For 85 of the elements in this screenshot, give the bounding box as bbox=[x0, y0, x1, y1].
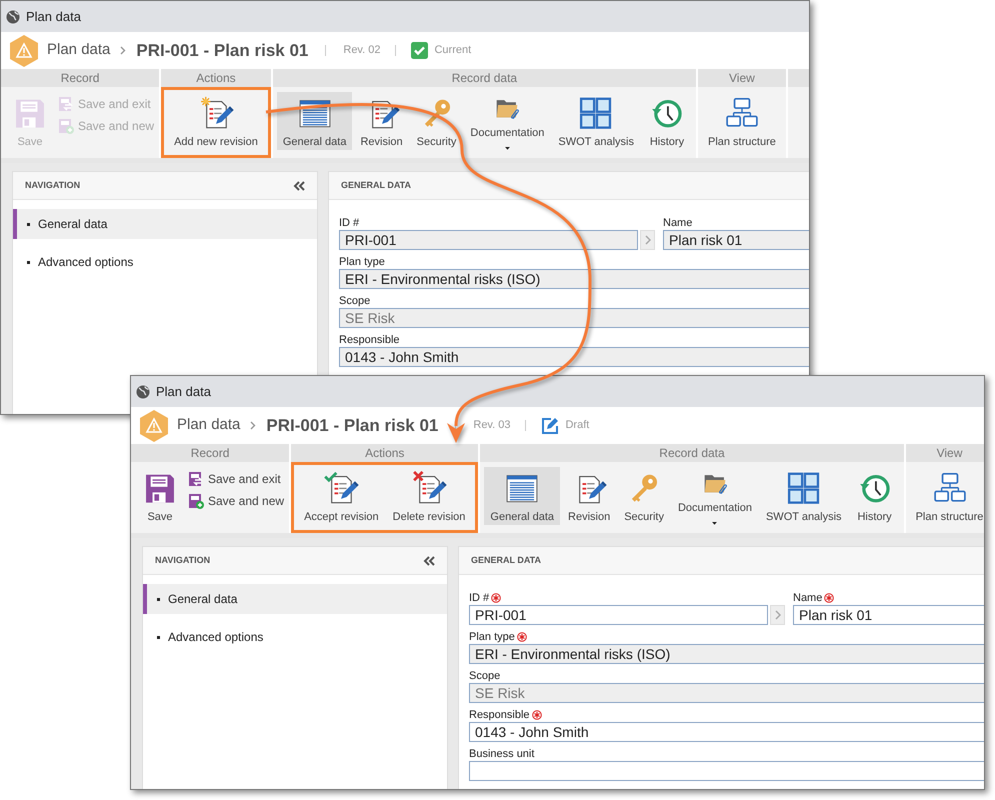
ribbon-button[interactable]: Plan structure bbox=[910, 467, 984, 525]
input-field[interactable]: PRI-001 bbox=[469, 605, 768, 625]
collapse-icon[interactable] bbox=[423, 556, 435, 566]
floppy-plus-icon bbox=[58, 118, 75, 134]
ribbon-button[interactable]: General data bbox=[276, 92, 352, 150]
record-title: PRI-001 - Plan risk 01 bbox=[266, 414, 438, 437]
lookup-button[interactable] bbox=[640, 230, 655, 250]
floppy-arrows-icon bbox=[188, 470, 205, 488]
navigation-item[interactable]: Advanced options bbox=[143, 622, 447, 652]
field-label: ID # bbox=[339, 216, 360, 231]
navigation-item[interactable]: Advanced options bbox=[13, 247, 317, 277]
input-field[interactable] bbox=[469, 761, 984, 781]
ribbon-button[interactable]: Delete revision bbox=[386, 467, 472, 525]
ribbon-button[interactable]: Security bbox=[618, 467, 670, 525]
chevron-right-icon bbox=[250, 421, 256, 430]
chevron-right-icon bbox=[774, 610, 780, 620]
floppy-plus-icon bbox=[188, 492, 205, 510]
required-icon bbox=[532, 710, 542, 720]
warning-hexagon-icon bbox=[9, 34, 39, 66]
ribbon-button[interactable]: Save and exit bbox=[187, 469, 286, 489]
ribbon-button[interactable]: Revision bbox=[562, 467, 616, 525]
status-label: Current bbox=[434, 43, 472, 58]
field-label: Scope bbox=[469, 668, 500, 684]
panel-title: NAVIGATION bbox=[155, 554, 210, 567]
panel-title: GENERAL DATA bbox=[341, 178, 412, 192]
window-title: Plan data bbox=[26, 8, 81, 26]
input-field[interactable]: Plan risk 01 bbox=[793, 605, 984, 625]
floppy-arrows-icon bbox=[58, 96, 75, 112]
record-title: PRI-001 - Plan risk 01 bbox=[136, 40, 308, 62]
ribbon-button[interactable]: Security bbox=[410, 92, 462, 150]
ribbon-button[interactable]: Add new revision bbox=[168, 92, 264, 150]
field-label: Name bbox=[793, 590, 822, 606]
field-label: Plan type bbox=[469, 630, 515, 645]
group-header: Record bbox=[131, 444, 290, 462]
panel-title: NAVIGATION bbox=[25, 178, 80, 192]
ribbon-button[interactable]: SWOT analysis bbox=[760, 467, 848, 525]
field-label: Plan type bbox=[339, 254, 385, 270]
group-header: Record data bbox=[272, 69, 696, 87]
revision-label: Rev. 02 bbox=[343, 43, 380, 58]
ribbon-button[interactable]: Documentation bbox=[464, 92, 550, 150]
globe-icon bbox=[136, 384, 150, 398]
breadcrumb-link[interactable]: Plan data bbox=[177, 414, 240, 437]
field-label: Responsible bbox=[469, 708, 530, 723]
ribbon-button[interactable]: SWOT analysis bbox=[552, 92, 640, 150]
warning-hexagon-icon bbox=[139, 410, 169, 442]
ribbon-button[interactable]: History bbox=[850, 467, 900, 525]
collapse-icon[interactable] bbox=[293, 180, 305, 190]
chevron-right-icon bbox=[120, 46, 126, 55]
chevron-right-icon bbox=[644, 235, 650, 245]
ribbon-button[interactable]: Documentation bbox=[672, 467, 758, 525]
edit-icon bbox=[541, 416, 560, 434]
navigation-item[interactable]: General data bbox=[143, 584, 447, 614]
ribbon-button[interactable]: Save and new bbox=[187, 491, 286, 511]
status-label: Draft bbox=[565, 418, 590, 434]
group-header: Actions bbox=[291, 444, 478, 462]
required-icon bbox=[491, 593, 502, 603]
field-label: Name bbox=[663, 216, 692, 231]
ribbon-button[interactable]: Accept revision bbox=[298, 467, 385, 525]
breadcrumb-link[interactable]: Plan data bbox=[47, 39, 110, 62]
field-label: Responsible bbox=[339, 332, 400, 348]
lookup-button[interactable] bbox=[770, 605, 785, 625]
group-header: View bbox=[906, 444, 984, 462]
ribbon-button[interactable]: Save bbox=[135, 467, 185, 525]
group-header: Record bbox=[1, 69, 160, 87]
ribbon-button[interactable]: Revision bbox=[354, 92, 409, 150]
checkmark-icon bbox=[411, 42, 428, 59]
revision-label: Rev. 03 bbox=[473, 418, 510, 434]
input-field[interactable]: 0143 - John Smith bbox=[469, 722, 984, 742]
required-icon bbox=[516, 632, 527, 642]
group-header: Record data bbox=[480, 444, 904, 462]
globe-icon bbox=[6, 10, 20, 24]
group-header: View bbox=[698, 69, 786, 87]
group-header: Actions bbox=[161, 69, 271, 87]
ribbon-button[interactable]: General data bbox=[484, 467, 560, 525]
field-label: Scope bbox=[339, 294, 370, 309]
field-label: ID # bbox=[469, 590, 490, 606]
ribbon-button[interactable]: Plan structure bbox=[702, 92, 782, 150]
document-check-icon bbox=[322, 471, 360, 504]
ribbon-button[interactable]: History bbox=[642, 92, 692, 150]
window-title: Plan data bbox=[156, 382, 211, 401]
required-icon bbox=[824, 593, 834, 603]
panel-title: GENERAL DATA bbox=[471, 554, 542, 567]
document-cross-icon bbox=[410, 471, 448, 504]
field-label: Business unit bbox=[469, 746, 534, 762]
navigation-item[interactable]: General data bbox=[13, 209, 317, 239]
